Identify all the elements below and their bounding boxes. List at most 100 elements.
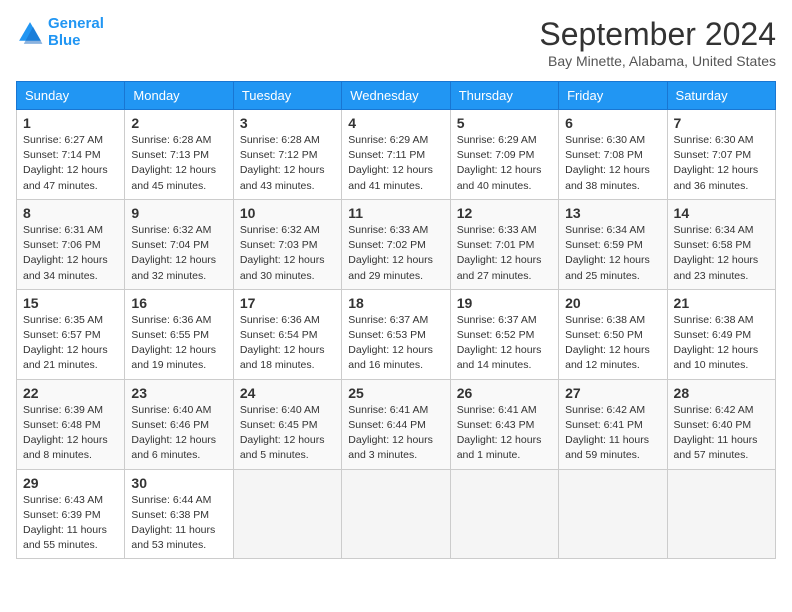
calendar-cell: 13 Sunrise: 6:34 AMSunset: 6:59 PMDayligh… [559,199,667,289]
calendar-cell [450,469,558,559]
day-info: Sunrise: 6:42 AMSunset: 6:41 PMDaylight:… [565,403,660,464]
month-title: September 2024 [539,16,776,53]
calendar-cell: 28Sunrise: 6:42 AMSunset: 6:40 PMDayligh… [667,379,775,469]
day-number: 18 [348,295,443,311]
calendar-cell: 29Sunrise: 6:43 AMSunset: 6:39 PMDayligh… [17,469,125,559]
calendar-cell: 10Sunrise: 6:32 AMSunset: 7:03 PMDayligh… [233,199,341,289]
day-info: Sunrise: 6:32 AMSunset: 7:03 PMDaylight:… [240,223,335,284]
calendar-cell: 30 Sunrise: 6:44 AMSunset: 6:38 PMDayligh… [125,469,233,559]
weekday-header: Saturday [667,82,775,110]
day-info: Sunrise: 6:38 AMSunset: 6:49 PMDaylight:… [674,313,769,374]
day-number: 6 [565,115,660,131]
day-info: Sunrise: 6:38 AMSunset: 6:50 PMDaylight:… [565,313,660,374]
day-number: 3 [240,115,335,131]
weekday-header: Friday [559,82,667,110]
calendar-cell [667,469,775,559]
day-number: 1 [23,115,118,131]
calendar-cell: 8 Sunrise: 6:31 AMSunset: 7:06 PMDaylight… [17,199,125,289]
day-number: 11 [348,205,443,221]
calendar-week-row: 22Sunrise: 6:39 AMSunset: 6:48 PMDayligh… [17,379,776,469]
day-number: 16 [131,295,226,311]
day-info: Sunrise: 6:33 AMSunset: 7:02 PMDaylight:… [348,223,443,284]
day-info: Sunrise: 6:37 AMSunset: 6:52 PMDaylight:… [457,313,552,374]
calendar-cell: 4Sunrise: 6:29 AMSunset: 7:11 PMDaylight… [342,110,450,200]
calendar-cell: 15 Sunrise: 6:35 AMSunset: 6:57 PMDayligh… [17,289,125,379]
calendar-cell: 6Sunrise: 6:30 AMSunset: 7:08 PMDaylight… [559,110,667,200]
calendar-table: SundayMondayTuesdayWednesdayThursdayFrid… [16,81,776,559]
day-number: 20 [565,295,660,311]
day-info: Sunrise: 6:41 AMSunset: 6:44 PMDaylight:… [348,403,443,464]
calendar-cell: 18 Sunrise: 6:37 AMSunset: 6:53 PMDayligh… [342,289,450,379]
day-number: 9 [131,205,226,221]
day-number: 26 [457,385,552,401]
day-info: Sunrise: 6:34 AMSunset: 6:58 PMDaylight:… [674,223,769,284]
day-info: Sunrise: 6:44 AMSunset: 6:38 PMDaylight:… [131,493,226,554]
day-number: 27 [565,385,660,401]
calendar-cell [559,469,667,559]
logo-icon [16,19,44,47]
day-info: Sunrise: 6:33 AMSunset: 7:01 PMDaylight:… [457,223,552,284]
day-info: Sunrise: 6:28 AMSunset: 7:13 PMDaylight:… [131,133,226,194]
calendar-cell: 17Sunrise: 6:36 AMSunset: 6:54 PMDayligh… [233,289,341,379]
day-info: Sunrise: 6:41 AMSunset: 6:43 PMDaylight:… [457,403,552,464]
day-info: Sunrise: 6:36 AMSunset: 6:55 PMDaylight:… [131,313,226,374]
logo-line1: General [48,15,104,32]
day-number: 23 [131,385,226,401]
weekday-header: Monday [125,82,233,110]
logo-line2: Blue [48,32,81,49]
calendar-cell: 14 Sunrise: 6:34 AMSunset: 6:58 PMDayligh… [667,199,775,289]
day-info: Sunrise: 6:37 AMSunset: 6:53 PMDaylight:… [348,313,443,374]
day-number: 4 [348,115,443,131]
weekday-header: Wednesday [342,82,450,110]
calendar-cell: 2 Sunrise: 6:28 AMSunset: 7:13 PMDaylight… [125,110,233,200]
day-info: Sunrise: 6:34 AMSunset: 6:59 PMDaylight:… [565,223,660,284]
calendar-cell: 20 Sunrise: 6:38 AMSunset: 6:50 PMDayligh… [559,289,667,379]
calendar-week-row: 8 Sunrise: 6:31 AMSunset: 7:06 PMDaylight… [17,199,776,289]
day-number: 29 [23,475,118,491]
title-block: September 2024 Bay Minette, Alabama, Uni… [539,16,776,69]
calendar-cell: 26 Sunrise: 6:41 AMSunset: 6:43 PMDayligh… [450,379,558,469]
day-info: Sunrise: 6:40 AMSunset: 6:45 PMDaylight:… [240,403,335,464]
day-number: 5 [457,115,552,131]
calendar-cell: 3 Sunrise: 6:28 AMSunset: 7:12 PMDaylight… [233,110,341,200]
calendar-cell [342,469,450,559]
day-number: 15 [23,295,118,311]
day-info: Sunrise: 6:32 AMSunset: 7:04 PMDaylight:… [131,223,226,284]
day-number: 24 [240,385,335,401]
day-number: 14 [674,205,769,221]
weekday-header: Sunday [17,82,125,110]
calendar-week-row: 15 Sunrise: 6:35 AMSunset: 6:57 PMDayligh… [17,289,776,379]
calendar-cell: 11 Sunrise: 6:33 AMSunset: 7:02 PMDayligh… [342,199,450,289]
day-number: 8 [23,205,118,221]
calendar-cell: 19 Sunrise: 6:37 AMSunset: 6:52 PMDayligh… [450,289,558,379]
day-info: Sunrise: 6:35 AMSunset: 6:57 PMDaylight:… [23,313,118,374]
calendar-cell: 7Sunrise: 6:30 AMSunset: 7:07 PMDaylight… [667,110,775,200]
day-info: Sunrise: 6:27 AMSunset: 7:14 PMDaylight:… [23,133,118,194]
day-info: Sunrise: 6:31 AMSunset: 7:06 PMDaylight:… [23,223,118,284]
day-number: 2 [131,115,226,131]
calendar-week-row: 29Sunrise: 6:43 AMSunset: 6:39 PMDayligh… [17,469,776,559]
calendar-cell: 12Sunrise: 6:33 AMSunset: 7:01 PMDayligh… [450,199,558,289]
day-number: 21 [674,295,769,311]
day-number: 7 [674,115,769,131]
day-info: Sunrise: 6:36 AMSunset: 6:54 PMDaylight:… [240,313,335,374]
day-number: 19 [457,295,552,311]
calendar-cell: 25 Sunrise: 6:41 AMSunset: 6:44 PMDayligh… [342,379,450,469]
day-info: Sunrise: 6:42 AMSunset: 6:40 PMDaylight:… [674,403,769,464]
day-info: Sunrise: 6:28 AMSunset: 7:12 PMDaylight:… [240,133,335,194]
day-info: Sunrise: 6:29 AMSunset: 7:09 PMDaylight:… [457,133,552,194]
day-number: 30 [131,475,226,491]
logo-text: General Blue [48,16,104,49]
day-number: 13 [565,205,660,221]
weekday-header: Thursday [450,82,558,110]
page-header: General Blue September 2024 Bay Minette,… [16,16,776,69]
logo: General Blue [16,16,104,49]
day-number: 25 [348,385,443,401]
day-info: Sunrise: 6:39 AMSunset: 6:48 PMDaylight:… [23,403,118,464]
day-info: Sunrise: 6:40 AMSunset: 6:46 PMDaylight:… [131,403,226,464]
calendar-cell: 22Sunrise: 6:39 AMSunset: 6:48 PMDayligh… [17,379,125,469]
calendar-cell: 16 Sunrise: 6:36 AMSunset: 6:55 PMDayligh… [125,289,233,379]
calendar-cell [233,469,341,559]
calendar-cell: 24 Sunrise: 6:40 AMSunset: 6:45 PMDayligh… [233,379,341,469]
calendar-week-row: 1 Sunrise: 6:27 AMSunset: 7:14 PMDaylight… [17,110,776,200]
